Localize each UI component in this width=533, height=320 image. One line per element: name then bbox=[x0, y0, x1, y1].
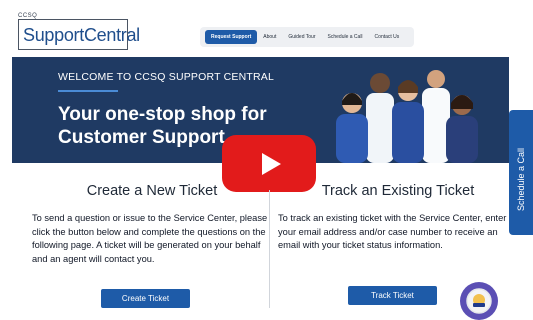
create-ticket-section: Create a New Ticket To send a question o… bbox=[32, 183, 272, 266]
person-front-left bbox=[336, 93, 368, 163]
create-ticket-description: To send a question or issue to the Servi… bbox=[32, 213, 268, 264]
banner-welcome-text: WELCOME TO CCSQ SUPPORT CENTRAL bbox=[58, 71, 275, 83]
create-ticket-button[interactable]: Create Ticket bbox=[101, 289, 190, 308]
site-header: CCSQ SupportCentral Request Support Abou… bbox=[0, 0, 533, 57]
logo-small-text: CCSQ bbox=[18, 13, 40, 19]
play-icon bbox=[262, 152, 281, 175]
create-ticket-title: Create a New Ticket bbox=[86, 183, 218, 199]
main-nav: Request Support About Guided Tour Schedu… bbox=[200, 27, 414, 47]
support-staff-image bbox=[336, 70, 478, 163]
nav-guided-tour[interactable]: Guided Tour bbox=[282, 30, 321, 44]
ccsq-logo[interactable]: CCSQ SupportCentral bbox=[18, 13, 140, 50]
column-divider bbox=[269, 190, 270, 308]
person-middle bbox=[392, 80, 424, 163]
chat-avatar-icon bbox=[466, 288, 492, 314]
banner-underline bbox=[58, 90, 118, 92]
track-ticket-section: Track an Existing Ticket To track an exi… bbox=[278, 183, 518, 253]
nav-schedule-call[interactable]: Schedule a Call bbox=[322, 30, 369, 44]
person-back-left bbox=[366, 73, 394, 163]
nav-request-support[interactable]: Request Support bbox=[205, 30, 258, 44]
person-front-right bbox=[446, 95, 478, 163]
logo-text: SupportCentral bbox=[23, 25, 140, 45]
person-back-right bbox=[422, 70, 450, 163]
phone-icon bbox=[515, 316, 520, 320]
track-ticket-title: Track an Existing Ticket bbox=[321, 183, 475, 199]
chat-launcher-button[interactable] bbox=[460, 282, 498, 320]
nav-about[interactable]: About bbox=[257, 30, 282, 44]
track-ticket-button[interactable]: Track Ticket bbox=[348, 286, 437, 305]
nav-contact-us[interactable]: Contact Us bbox=[369, 30, 406, 44]
track-ticket-description: To track an existing ticket with the Ser… bbox=[278, 213, 507, 251]
